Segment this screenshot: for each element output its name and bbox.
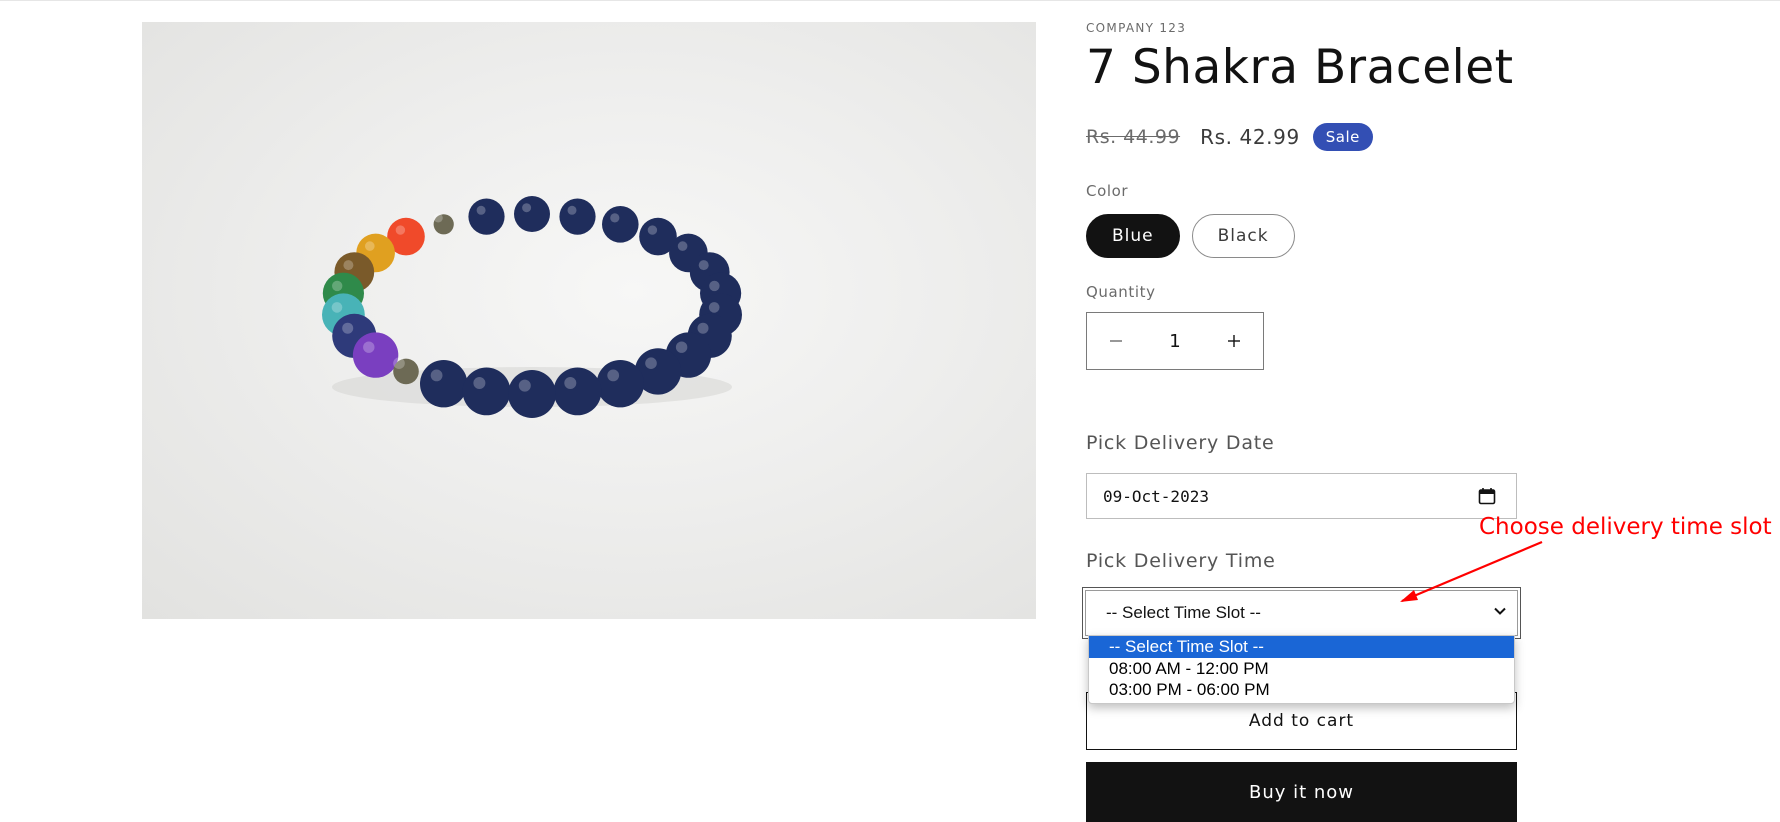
time-slot-option[interactable]: -- Select Time Slot -- xyxy=(1089,636,1514,658)
annotation-arrow-icon xyxy=(1400,540,1543,603)
bracelet-bead xyxy=(602,206,639,243)
bracelet-bead xyxy=(553,367,602,416)
bead-highlight xyxy=(518,379,531,392)
minus-icon xyxy=(1110,340,1122,342)
product-title: 7 Shakra Bracelet xyxy=(1086,40,1514,95)
price-row: Rs. 44.99 Rs. 42.99 Sale xyxy=(1086,120,1373,154)
bead-highlight xyxy=(698,260,709,271)
plus-icon xyxy=(1228,335,1240,347)
bead-highlight xyxy=(332,280,343,292)
color-options: Blue Black xyxy=(1086,214,1307,258)
bead-highlight xyxy=(709,280,720,292)
bead-highlight xyxy=(607,369,620,382)
bead-highlight xyxy=(342,322,354,334)
bead-highlight xyxy=(365,241,375,251)
quantity-stepper: 1 xyxy=(1086,312,1264,370)
top-divider xyxy=(0,0,1780,1)
delivery-time-selected: -- Select Time Slot -- xyxy=(1106,603,1261,622)
sale-badge: Sale xyxy=(1312,123,1373,151)
bracelet-bead xyxy=(352,332,399,378)
bead-highlight xyxy=(476,205,486,215)
bracelet-bead xyxy=(420,360,468,408)
product-image xyxy=(142,22,1036,619)
buy-now-button[interactable]: Buy it now xyxy=(1086,762,1517,822)
bead-highlight xyxy=(473,377,486,389)
bead-highlight xyxy=(393,357,405,370)
vendor-name: COMPANY 123 xyxy=(1086,21,1187,35)
quantity-decrease-button[interactable] xyxy=(1087,313,1145,369)
quantity-label: Quantity xyxy=(1086,283,1156,301)
bead-highlight xyxy=(430,369,443,382)
bracelet-bead xyxy=(462,367,511,416)
bead-highlight xyxy=(645,357,657,370)
bead-highlight xyxy=(433,213,443,223)
bracelet-bead xyxy=(468,198,505,235)
bead-highlight xyxy=(564,377,577,389)
time-slot-option[interactable]: 08:00 AM - 12:00 PM xyxy=(1089,658,1514,680)
time-slot-dropdown: -- Select Time Slot -- 08:00 AM - 12:00 … xyxy=(1088,635,1515,704)
bracelet-image xyxy=(322,196,742,418)
quantity-increase-button[interactable] xyxy=(1205,313,1263,369)
bracelet-bead xyxy=(508,370,556,418)
bead-highlight xyxy=(567,205,577,215)
bead-highlight xyxy=(363,341,375,353)
time-slot-option[interactable]: 03:00 PM - 06:00 PM xyxy=(1089,679,1514,701)
color-label: Color xyxy=(1086,182,1129,200)
delivery-time-label: Pick Delivery Time xyxy=(1086,550,1276,572)
color-option-blue[interactable]: Blue xyxy=(1086,214,1180,258)
bead-highlight xyxy=(675,341,688,353)
compare-price: Rs. 44.99 xyxy=(1086,126,1181,148)
bead-highlight xyxy=(697,322,709,334)
bead-highlight xyxy=(522,203,532,213)
sale-price: Rs. 42.99 xyxy=(1200,125,1300,149)
bracelet-bead xyxy=(514,196,550,232)
bead-highlight xyxy=(708,302,720,313)
delivery-date-input[interactable]: 09-Oct-2023 xyxy=(1086,473,1517,519)
bead-highlight xyxy=(677,241,688,251)
color-option-black[interactable]: Black xyxy=(1191,214,1295,258)
delivery-date-label: Pick Delivery Date xyxy=(1086,432,1275,454)
bead-highlight xyxy=(610,213,620,223)
calendar-icon[interactable] xyxy=(1478,487,1496,505)
bead-highlight xyxy=(395,225,406,235)
delivery-date-value: 09-Oct-2023 xyxy=(1103,486,1209,506)
bracelet-bead xyxy=(596,360,644,408)
quantity-value[interactable]: 1 xyxy=(1145,331,1205,352)
bracelet-bead xyxy=(559,198,596,235)
bead-highlight xyxy=(647,225,658,235)
bead-highlight xyxy=(331,302,343,313)
bead-highlight xyxy=(343,260,354,271)
